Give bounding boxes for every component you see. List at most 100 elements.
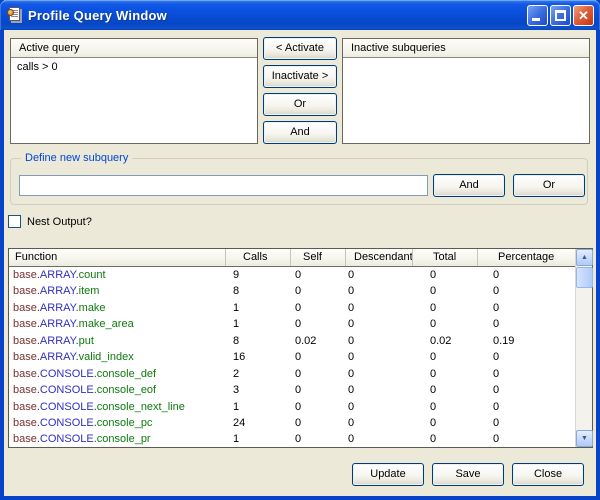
descendants-cell: 0 <box>345 382 412 398</box>
inactivate-button[interactable]: Inactivate > <box>263 65 337 88</box>
self-cell: 0 <box>290 283 345 299</box>
column-header-calls[interactable]: Calls <box>225 249 290 266</box>
cluster-name: base <box>13 417 37 429</box>
feature-name: console_eof <box>97 384 156 396</box>
cluster-name: base <box>13 269 37 281</box>
function-cell: base.CONSOLE.console_eof <box>9 382 225 398</box>
app-icon <box>6 7 23 24</box>
total-cell: 0 <box>412 366 477 382</box>
feature-name: item <box>79 285 100 297</box>
calls-cell: 1 <box>225 399 290 415</box>
close-button-footer[interactable]: Close <box>512 463 584 486</box>
inactive-subqueries-list[interactable] <box>343 59 589 143</box>
feature-name: console_def <box>97 368 156 380</box>
titlebar[interactable]: Profile Query Window ✕ <box>0 0 600 30</box>
percentage-cell: 0 <box>477 382 575 398</box>
calls-cell: 8 <box>225 333 290 349</box>
column-header-total[interactable]: Total <box>412 249 477 266</box>
scroll-up-button[interactable]: ▲ <box>576 249 593 266</box>
scrollbar-thumb[interactable] <box>576 267 593 288</box>
cluster-name: base <box>13 401 37 413</box>
feature-name: console_pc <box>97 417 153 429</box>
table-row[interactable]: base.ARRAY.count 9 0 0 0 0 <box>9 267 575 283</box>
total-cell: 0 <box>412 349 477 365</box>
subquery-and-button[interactable]: And <box>433 174 505 197</box>
subquery-input[interactable] <box>19 175 428 196</box>
table-row[interactable]: base.ARRAY.make 1 0 0 0 0 <box>9 300 575 316</box>
update-button[interactable]: Update <box>352 463 424 486</box>
function-cell: base.ARRAY.item <box>9 283 225 299</box>
nest-output-label[interactable]: Nest Output? <box>27 216 92 228</box>
self-cell: 0 <box>290 267 345 283</box>
column-header-percentage[interactable]: Percentage <box>477 249 575 266</box>
feature-name: count <box>79 269 106 281</box>
maximize-button[interactable] <box>550 5 571 26</box>
self-cell: 0 <box>290 349 345 365</box>
class-name: CONSOLE <box>40 368 94 380</box>
active-query-list[interactable]: calls > 0 <box>11 59 257 143</box>
scroll-down-button[interactable]: ▼ <box>576 430 593 447</box>
column-header-self[interactable]: Self <box>290 249 345 266</box>
calls-cell: 16 <box>225 349 290 365</box>
calls-cell: 8 <box>225 283 290 299</box>
class-name: CONSOLE <box>40 433 94 445</box>
function-cell: base.CONSOLE.console_pr <box>9 431 225 447</box>
close-button[interactable]: ✕ <box>573 5 594 26</box>
table-row[interactable]: base.CONSOLE.console_pr 1 0 0 0 0 <box>9 431 575 447</box>
calls-cell: 3 <box>225 382 290 398</box>
self-cell: 0.02 <box>290 333 345 349</box>
table-row[interactable]: base.ARRAY.item 8 0 0 0 0 <box>9 283 575 299</box>
inactive-subqueries-header[interactable]: Inactive subqueries <box>343 39 589 58</box>
maximize-icon <box>555 10 566 21</box>
column-header-function[interactable]: Function <box>9 249 225 266</box>
cluster-name: base <box>13 384 37 396</box>
percentage-cell: 0 <box>477 267 575 283</box>
cluster-name: base <box>13 368 37 380</box>
vertical-scrollbar[interactable]: ▲ ▼ <box>575 249 592 447</box>
percentage-cell: 0 <box>477 431 575 447</box>
activate-button[interactable]: < Activate <box>263 37 337 60</box>
or-button[interactable]: Or <box>263 93 337 116</box>
self-cell: 0 <box>290 300 345 316</box>
function-cell: base.ARRAY.make_area <box>9 316 225 332</box>
and-button[interactable]: And <box>263 121 337 144</box>
feature-name: put <box>79 335 94 347</box>
total-cell: 0 <box>412 399 477 415</box>
percentage-cell: 0 <box>477 316 575 332</box>
total-cell: 0 <box>412 267 477 283</box>
table-row[interactable]: base.ARRAY.make_area 1 0 0 0 0 <box>9 316 575 332</box>
descendants-cell: 0 <box>345 431 412 447</box>
table-row[interactable]: base.ARRAY.put 8 0.02 0 0.02 0.19 <box>9 333 575 349</box>
calls-cell: 1 <box>225 316 290 332</box>
save-button[interactable]: Save <box>432 463 504 486</box>
nest-output-checkbox[interactable] <box>8 215 21 228</box>
percentage-cell: 0 <box>477 283 575 299</box>
table-row[interactable]: base.CONSOLE.console_pc 24 0 0 0 0 <box>9 415 575 431</box>
active-query-item[interactable]: calls > 0 <box>11 59 257 75</box>
class-name: ARRAY <box>40 351 76 363</box>
self-cell: 0 <box>290 316 345 332</box>
total-cell: 0 <box>412 316 477 332</box>
descendants-cell: 0 <box>345 415 412 431</box>
table-row[interactable]: base.CONSOLE.console_eof 3 0 0 0 0 <box>9 382 575 398</box>
minimize-button[interactable] <box>527 5 548 26</box>
class-name: ARRAY <box>40 269 76 281</box>
table-row[interactable]: base.CONSOLE.console_next_line 1 0 0 0 0 <box>9 399 575 415</box>
active-query-header[interactable]: Active query <box>11 39 257 58</box>
total-cell: 0.02 <box>412 333 477 349</box>
class-name: CONSOLE <box>40 417 94 429</box>
table-row[interactable]: base.CONSOLE.console_def 2 0 0 0 0 <box>9 366 575 382</box>
function-cell: base.CONSOLE.console_def <box>9 366 225 382</box>
subquery-or-button[interactable]: Or <box>513 174 585 197</box>
column-header-descendants[interactable]: Descendants <box>345 249 412 266</box>
feature-name: make_area <box>79 318 134 330</box>
descendants-cell: 0 <box>345 399 412 415</box>
self-cell: 0 <box>290 415 345 431</box>
active-query-panel: Active query calls > 0 <box>10 38 258 144</box>
define-subquery-groupbox: Define new subquery And Or <box>10 158 588 205</box>
table-header: Function Calls Self Descendants Total Pe… <box>9 249 575 267</box>
feature-name: make <box>79 302 106 314</box>
caption-buttons: ✕ <box>527 5 594 26</box>
total-cell: 0 <box>412 283 477 299</box>
table-row[interactable]: base.ARRAY.valid_index 16 0 0 0 0 <box>9 349 575 365</box>
